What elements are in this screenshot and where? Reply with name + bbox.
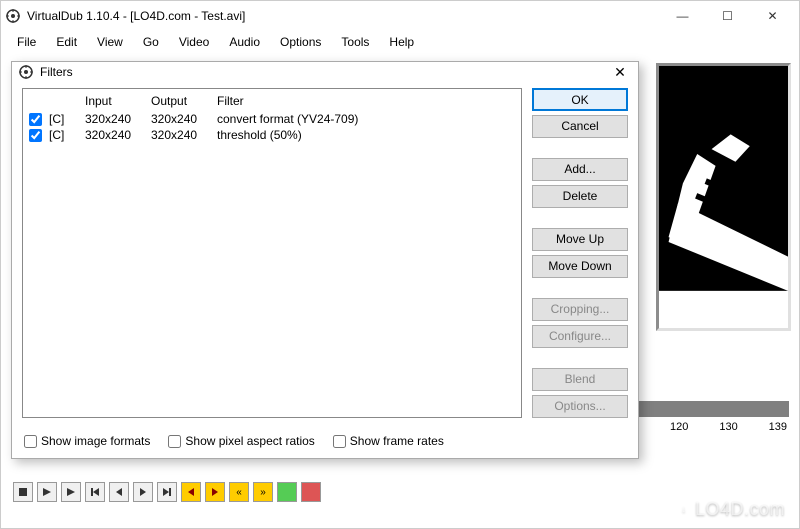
filter-row[interactable]: [C] 320x240 320x240 threshold (50%): [29, 127, 515, 143]
dialog-close-button[interactable]: ✕: [608, 64, 632, 81]
dialog-button-column: OK Cancel Add... Delete Move Up Move Dow…: [532, 88, 628, 418]
last-frame-button[interactable]: [157, 482, 177, 502]
show-image-formats-checkbox[interactable]: Show image formats: [24, 434, 150, 448]
maximize-button[interactable]: ☐: [705, 2, 750, 30]
ruler-tick: 120: [670, 421, 688, 433]
filter-enable-checkbox[interactable]: [29, 113, 42, 126]
app-icon: [5, 8, 21, 24]
window-title: VirtualDub 1.10.4 - [LO4D.com - Test.avi…: [27, 9, 245, 23]
scene-prev-button[interactable]: «: [229, 482, 249, 502]
filter-input-size: 320x240: [85, 112, 149, 126]
key-prev-button[interactable]: [181, 482, 201, 502]
filter-tag: [C]: [49, 128, 83, 142]
filter-enable-checkbox[interactable]: [29, 129, 42, 142]
dialog-titlebar: Filters ✕: [12, 62, 638, 82]
ruler-tick: 130: [719, 421, 737, 433]
timeline-ruler[interactable]: 0 120 130 139: [631, 401, 789, 441]
mark-in-button[interactable]: [277, 482, 297, 502]
prev-frame-button[interactable]: [109, 482, 129, 502]
main-titlebar: VirtualDub 1.10.4 - [LO4D.com - Test.avi…: [1, 1, 799, 31]
filter-output-size: 320x240: [151, 112, 215, 126]
dialog-title: Filters: [40, 65, 73, 79]
menu-audio[interactable]: Audio: [221, 33, 268, 51]
watermark: ↓ LO4D.com: [673, 499, 785, 520]
menu-go[interactable]: Go: [135, 33, 167, 51]
cropping-button[interactable]: Cropping...: [532, 298, 628, 321]
menu-options[interactable]: Options: [272, 33, 329, 51]
key-next-button[interactable]: [205, 482, 225, 502]
col-filter: Filter: [217, 94, 515, 108]
ruler-tick: 139: [769, 421, 787, 433]
menu-help[interactable]: Help: [381, 33, 422, 51]
minimize-button[interactable]: —: [660, 2, 705, 30]
filter-tag: [C]: [49, 112, 83, 126]
first-frame-button[interactable]: [85, 482, 105, 502]
show-pixel-aspect-checkbox[interactable]: Show pixel aspect ratios: [168, 434, 314, 448]
menu-view[interactable]: View: [89, 33, 131, 51]
menu-tools[interactable]: Tools: [333, 33, 377, 51]
close-button[interactable]: ✕: [750, 2, 795, 30]
add-button[interactable]: Add...: [532, 158, 628, 181]
delete-button[interactable]: Delete: [532, 185, 628, 208]
filters-dialog: Filters ✕ Input Output Filter [C] 320x24…: [11, 61, 639, 459]
filter-input-size: 320x240: [85, 128, 149, 142]
scene-next-button[interactable]: »: [253, 482, 273, 502]
filter-list-header: Input Output Filter: [29, 93, 515, 109]
options-button[interactable]: Options...: [532, 395, 628, 418]
filter-name: threshold (50%): [217, 128, 515, 142]
move-up-button[interactable]: Move Up: [532, 228, 628, 251]
configure-button[interactable]: Configure...: [532, 325, 628, 348]
menubar: File Edit View Go Video Audio Options To…: [1, 31, 799, 55]
menu-edit[interactable]: Edit: [48, 33, 85, 51]
filter-output-size: 320x240: [151, 128, 215, 142]
play-output-button[interactable]: [61, 482, 81, 502]
ok-button[interactable]: OK: [532, 88, 628, 111]
menu-video[interactable]: Video: [171, 33, 217, 51]
preview-pane: [656, 63, 791, 331]
play-button[interactable]: [37, 482, 57, 502]
next-frame-button[interactable]: [133, 482, 153, 502]
filter-list[interactable]: Input Output Filter [C] 320x240 320x240 …: [22, 88, 522, 418]
blend-button[interactable]: Blend: [532, 368, 628, 391]
filter-name: convert format (YV24-709): [217, 112, 515, 126]
transport-toolbar: « »: [13, 482, 321, 502]
dialog-icon: [18, 64, 34, 80]
show-frame-rates-checkbox[interactable]: Show frame rates: [333, 434, 444, 448]
stop-button[interactable]: [13, 482, 33, 502]
col-output: Output: [151, 94, 215, 108]
cancel-button[interactable]: Cancel: [532, 115, 628, 138]
move-down-button[interactable]: Move Down: [532, 255, 628, 278]
col-input: Input: [85, 94, 149, 108]
mark-out-button[interactable]: [301, 482, 321, 502]
menu-file[interactable]: File: [9, 33, 44, 51]
filter-row[interactable]: [C] 320x240 320x240 convert format (YV24…: [29, 111, 515, 127]
dialog-bottom-row: Show image formats Show pixel aspect rat…: [12, 428, 638, 458]
